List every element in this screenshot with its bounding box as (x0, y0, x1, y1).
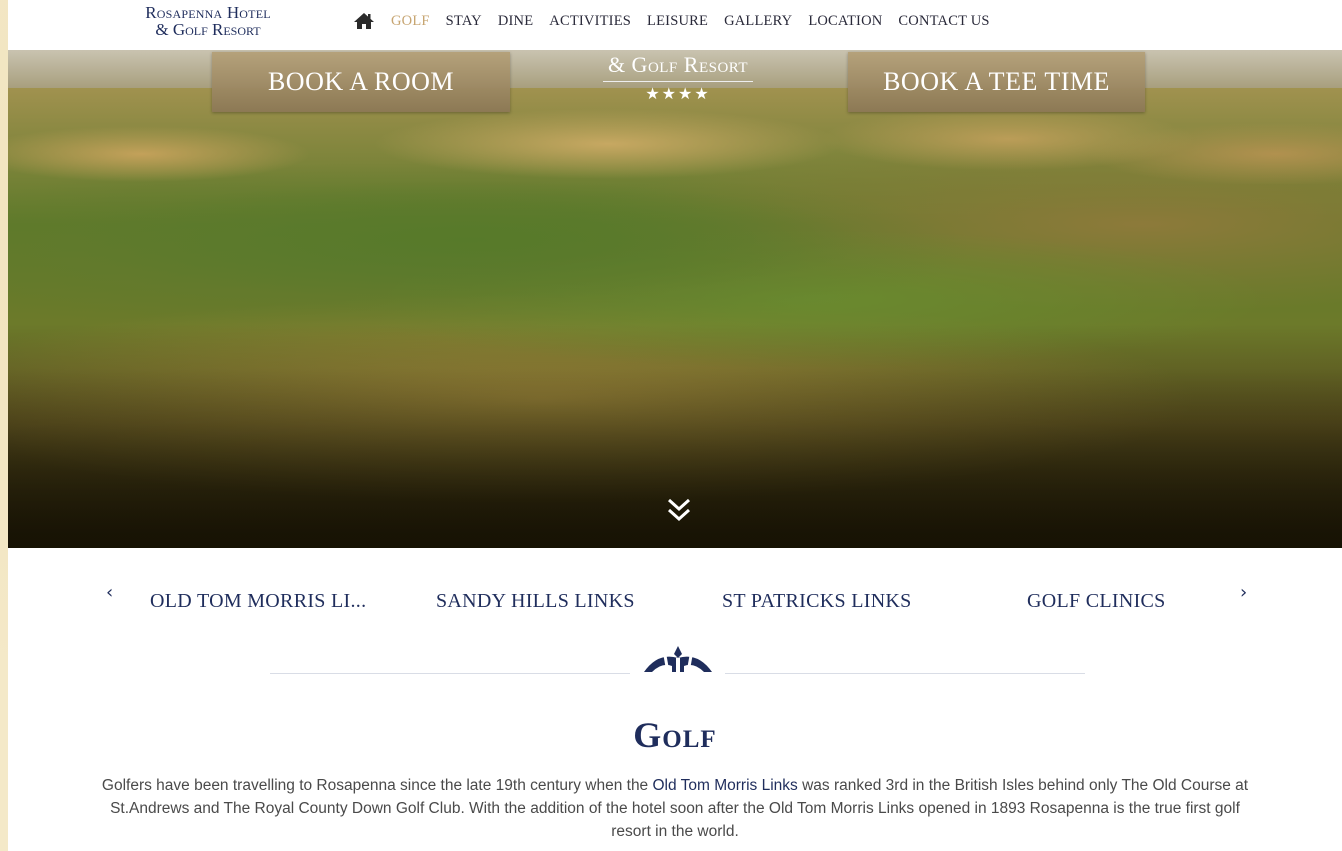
chevron-left-icon[interactable]: ‹ (106, 582, 113, 603)
double-chevron-down-icon[interactable] (666, 496, 692, 524)
resort-title: & Golf Resort ★★★★ (588, 52, 768, 104)
nav-golf[interactable]: GOLF (391, 13, 430, 30)
hero-banner: BOOK A ROOM & Golf Resort ★★★★ BOOK A TE… (8, 50, 1342, 548)
golf-courses-carousel: ‹ OLD TOM MORRIS LI... SANDY HILLS LINKS… (8, 580, 1342, 624)
page-title: Golf (633, 715, 717, 755)
intro-paragraph: Golfers have been travelling to Rosapenn… (98, 774, 1252, 843)
carousel-item-sandy-hills[interactable]: SANDY HILLS LINKS (436, 590, 635, 613)
book-room-button[interactable]: BOOK A ROOM (212, 52, 510, 112)
golf-clubs-emblem-icon (638, 644, 718, 678)
nav-location[interactable]: LOCATION (808, 13, 882, 30)
nav-leisure[interactable]: LEISURE (647, 13, 708, 30)
logo-line-1: Rosapenna Hotel (145, 3, 271, 22)
intro-text-1: Golfers have been travelling to Rosapenn… (101, 777, 653, 794)
divider-line-right (725, 673, 1085, 674)
resort-title-rule (603, 81, 753, 82)
nav-contact-us[interactable]: CONTACT US (898, 13, 989, 30)
hero-fairway (68, 180, 868, 300)
nav-dine[interactable]: DINE (498, 13, 533, 30)
nav-activities[interactable]: ACTIVITIES (549, 13, 631, 30)
logo-line-2: & Golf Resort (155, 20, 261, 39)
divider-line-left (270, 673, 630, 674)
home-icon[interactable] (353, 12, 375, 30)
section-divider (270, 640, 1085, 680)
nav-stay[interactable]: STAY (446, 13, 482, 30)
book-tee-time-button[interactable]: BOOK A TEE TIME (848, 52, 1145, 112)
main-nav: GOLF STAY DINE ACTIVITIES LEISURE GALLER… (353, 12, 1006, 30)
carousel-item-golf-clinics[interactable]: GOLF CLINICS (1027, 590, 1166, 613)
page: Rosapenna Hotel & Golf Resort GOLF STAY … (8, 0, 1342, 851)
site-logo[interactable]: Rosapenna Hotel & Golf Resort (118, 4, 298, 38)
nav-gallery[interactable]: GALLERY (724, 13, 792, 30)
carousel-item-st-patricks[interactable]: ST PATRICKS LINKS (722, 590, 912, 613)
old-tom-morris-link[interactable]: Old Tom Morris Links (653, 777, 798, 794)
resort-title-text: & Golf Resort (607, 52, 749, 77)
carousel-item-old-tom-morris[interactable]: OLD TOM MORRIS LI... (150, 590, 366, 613)
site-header: Rosapenna Hotel & Golf Resort GOLF STAY … (8, 0, 1342, 50)
star-rating: ★★★★ (645, 86, 711, 103)
chevron-right-icon[interactable]: › (1240, 582, 1247, 603)
